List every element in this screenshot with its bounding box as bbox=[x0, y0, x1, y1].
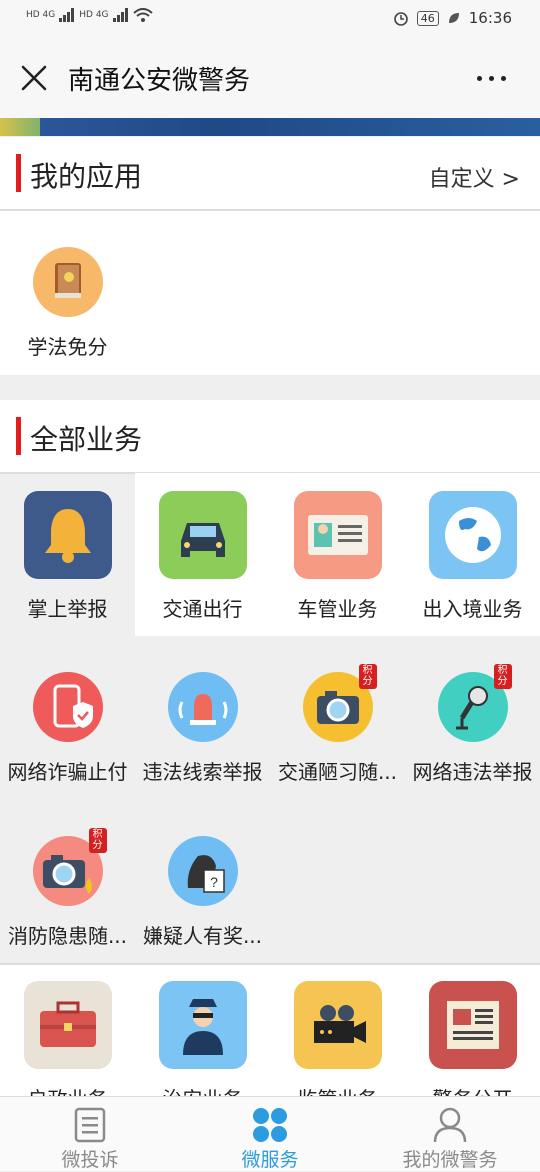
service-fire-hazard[interactable]: 积分 消防隐患随... bbox=[0, 828, 135, 949]
tab-label: 微服务 bbox=[241, 1149, 299, 1171]
service-report[interactable]: 掌上举报 bbox=[0, 491, 135, 622]
bottom-tab-bar: 微投诉 微服务 我的微警务 bbox=[0, 1096, 540, 1171]
signal-indicators: HD 4G HD 4G bbox=[26, 8, 153, 22]
service-vehicle-admin[interactable]: 车管业务 bbox=[270, 491, 405, 622]
my-apps-grid: 学法免分 bbox=[0, 211, 540, 375]
battery-level: 46 bbox=[416, 10, 439, 26]
my-apps-header: 我的应用 自定义 > bbox=[0, 137, 540, 211]
tab-complaint[interactable]: 微投诉 bbox=[0, 1097, 180, 1171]
car-icon bbox=[158, 491, 247, 579]
service-traffic-habit[interactable]: 积分 交通陋习随... bbox=[270, 664, 405, 785]
service-public-security[interactable]: 治安业务 bbox=[135, 981, 270, 1112]
status-right: 46 16:36 bbox=[393, 9, 512, 27]
service-label: 消防隐患随... bbox=[7, 924, 128, 948]
tab-my-police[interactable]: 我的微警务 bbox=[360, 1097, 540, 1171]
section-marker bbox=[16, 154, 21, 192]
app-label: 学法免分 bbox=[27, 335, 108, 359]
section-marker bbox=[16, 417, 21, 455]
service-fraud-stop[interactable]: 网络诈骗止付 bbox=[0, 672, 135, 785]
id-card-icon bbox=[293, 491, 382, 579]
service-label: 违法线索举报 bbox=[142, 760, 263, 784]
services-icon bbox=[253, 1108, 287, 1142]
my-apps-title: 我的应用 bbox=[30, 160, 143, 193]
service-clue-report[interactable]: 违法线索举报 bbox=[135, 672, 270, 785]
tab-label: 微投诉 bbox=[61, 1149, 119, 1171]
newspaper-icon bbox=[428, 981, 517, 1069]
alarm-icon bbox=[167, 672, 238, 742]
status-bar: HD 4G HD 4G 46 16:36 bbox=[0, 0, 540, 38]
service-label: 车管业务 bbox=[297, 597, 378, 621]
customize-link[interactable]: 自定义 > bbox=[429, 161, 520, 193]
bell-icon bbox=[23, 491, 112, 579]
camera-icon: 积分 bbox=[302, 664, 377, 742]
phone-shield-icon bbox=[32, 672, 103, 742]
points-badge: 积分 bbox=[493, 664, 512, 689]
service-label: 网络诈骗止付 bbox=[7, 760, 128, 784]
briefcase-icon bbox=[23, 981, 112, 1069]
service-label: 网络违法举报 bbox=[412, 760, 533, 784]
tab-services[interactable]: 微服务 bbox=[180, 1097, 360, 1171]
signal-icon-2 bbox=[112, 8, 128, 22]
user-icon bbox=[433, 1107, 467, 1143]
service-traffic[interactable]: 交通出行 bbox=[135, 491, 270, 622]
microphone-icon: 积分 bbox=[437, 664, 512, 742]
police-officer-icon bbox=[158, 981, 247, 1069]
close-icon[interactable] bbox=[20, 64, 48, 92]
service-label: 嫌疑人有奖... bbox=[142, 924, 263, 948]
service-label: 交通出行 bbox=[162, 597, 243, 621]
law-book-icon bbox=[32, 247, 103, 317]
leaf-icon bbox=[448, 13, 459, 23]
service-label: 出入境业务 bbox=[422, 597, 523, 621]
suspect-icon: ? bbox=[167, 836, 238, 906]
complaint-icon bbox=[74, 1107, 106, 1143]
video-camera-icon bbox=[293, 981, 382, 1069]
service-label: 掌上举报 bbox=[27, 597, 108, 621]
page-title: 南通公安微警务 bbox=[68, 66, 251, 96]
title-bar: 南通公安微警务 bbox=[0, 38, 540, 118]
more-options-icon[interactable] bbox=[477, 76, 506, 81]
service-label: 交通陋习随... bbox=[277, 760, 398, 784]
points-badge: 积分 bbox=[358, 664, 377, 689]
banner-image[interactable] bbox=[0, 118, 540, 136]
service-police-affairs[interactable]: 警务公开 bbox=[405, 981, 540, 1112]
globe-icon bbox=[428, 491, 517, 579]
network-indicator-2: HD 4G bbox=[79, 10, 109, 20]
all-services-title: 全部业务 bbox=[30, 423, 143, 456]
clock-time: 16:36 bbox=[468, 9, 512, 27]
all-services-header: 全部业务 bbox=[0, 400, 540, 474]
service-household[interactable]: 户政业务 bbox=[0, 981, 135, 1112]
network-indicator-1: HD 4G bbox=[26, 10, 56, 20]
service-exit-entry[interactable]: 出入境业务 bbox=[405, 491, 540, 622]
wifi-icon bbox=[132, 8, 153, 22]
service-suspect-reward[interactable]: ? 嫌疑人有奖... bbox=[135, 836, 270, 949]
app-tile-law-study[interactable]: 学法免分 bbox=[0, 247, 135, 360]
service-internet-report[interactable]: 积分 网络违法举报 bbox=[405, 664, 540, 785]
svg-text:?: ? bbox=[210, 874, 218, 890]
tab-label: 我的微警务 bbox=[402, 1149, 498, 1171]
signal-icon bbox=[59, 8, 75, 22]
fire-camera-icon: 积分 bbox=[32, 828, 107, 906]
points-badge: 积分 bbox=[88, 828, 107, 853]
service-supervision[interactable]: 监管业务 bbox=[270, 981, 405, 1112]
alarm-clock-icon bbox=[393, 12, 408, 26]
